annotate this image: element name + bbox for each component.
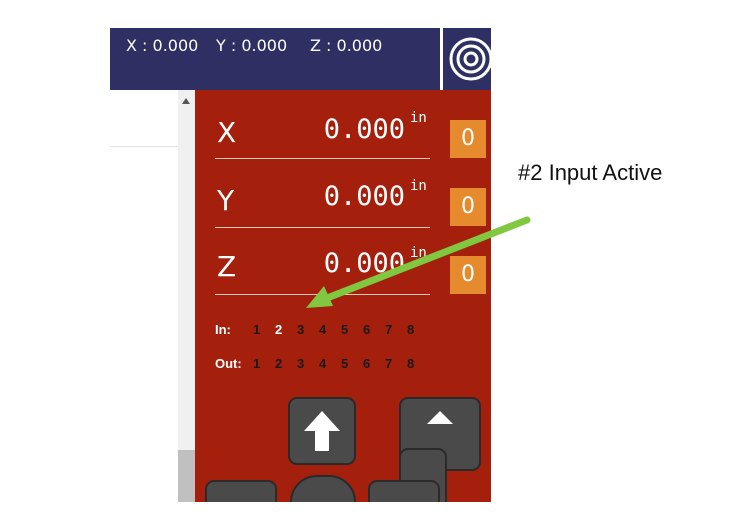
annotation-arrow-icon bbox=[306, 216, 531, 308]
